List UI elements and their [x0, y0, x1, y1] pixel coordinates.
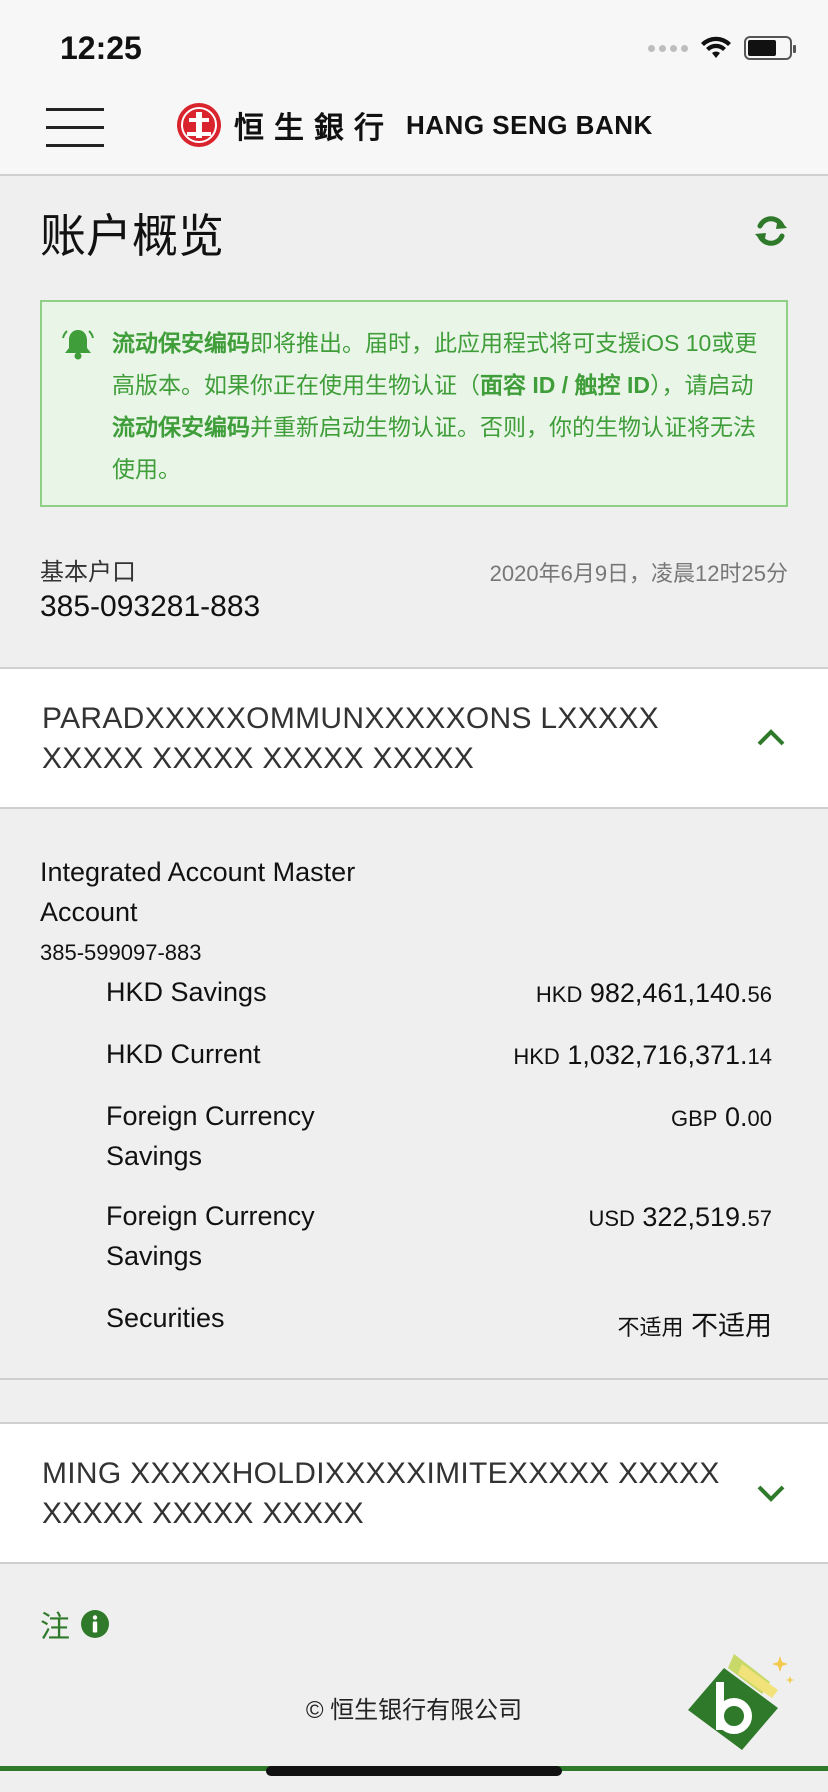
amount-cents: 56 [747, 982, 772, 1007]
balance-row-value: HKD 1,032,716,371.14 [513, 1040, 772, 1071]
info-icon[interactable] [80, 1609, 110, 1639]
chevron-up-icon[interactable] [756, 725, 786, 749]
amount: 1,032,716,371. [567, 1040, 748, 1070]
home-indicator[interactable] [266, 1766, 562, 1776]
balance-row-value: GBP 0.00 [671, 1102, 772, 1133]
note-link[interactable]: 注 [40, 1602, 110, 1646]
battery-fill [748, 40, 776, 56]
battery-icon [744, 36, 796, 60]
balance-row-label: HKD Current [106, 1039, 261, 1069]
amount: 0. [724, 1102, 748, 1132]
wifi-icon [701, 36, 731, 58]
amount-cents: 57 [747, 1206, 772, 1231]
amount-cents: 00 [747, 1106, 772, 1131]
hang-seng-logo-icon [177, 103, 221, 147]
status-bar: 12:25 [0, 0, 828, 92]
account-group-details: Integrated Account Master Account 385-59… [0, 810, 828, 1380]
notice-highlight: 流动保安编码 [112, 330, 250, 356]
balance-row-label: Securities [106, 1303, 225, 1333]
divider [0, 1378, 828, 1380]
notice-text-part: ），请启动 [649, 372, 754, 398]
note-label: 注 [40, 1611, 70, 1644]
account-type: Integrated Account Master Account [40, 857, 356, 927]
chevron-down-icon[interactable] [756, 1480, 786, 1504]
notice-highlight: 面容 ID / 触控 ID [480, 372, 650, 398]
currency-code: USD [588, 1206, 635, 1231]
refresh-icon[interactable] [752, 212, 790, 250]
balance-row-value: 不适用 不适用 [617, 1304, 772, 1343]
status-icons [648, 36, 796, 60]
last-updated-timestamp: 2020年6月9日，凌晨12时25分 [489, 561, 788, 586]
currency-code: GBP [671, 1106, 718, 1131]
bank-logo: 恒生銀行 HANG SENG BANK [176, 102, 653, 148]
amount: 982,461,140. [589, 978, 748, 1008]
currency-code: HKD [535, 982, 583, 1007]
nav-bar: 恒生銀行 HANG SENG BANK [0, 92, 828, 176]
currency-code: HKD [513, 1044, 560, 1069]
primary-account-number: 385-093281-883 [40, 590, 261, 623]
menu-line [46, 126, 104, 129]
amount-cents: 14 [747, 1044, 772, 1069]
balance-row-label: HKD Savings [106, 977, 267, 1007]
balance-row-label: Foreign Currency Savings [106, 1201, 315, 1271]
amount: 322,519. [642, 1202, 748, 1232]
account-group-header[interactable]: MING XXXXXHOLDIXXXXXIMITEXXXXX XXXXX XXX… [0, 1422, 828, 1564]
account-group-name: PARADXXXXXOMMUNXXXXXONS LXXXXX XXXXX XXX… [42, 702, 659, 775]
account-number: 385-599097-883 [40, 940, 202, 965]
balance-row-value: USD 322,519.57 [588, 1202, 772, 1233]
menu-line [46, 144, 104, 147]
balance-row-label: Foreign Currency Savings [106, 1101, 315, 1171]
menu-line [46, 108, 104, 111]
logo-chinese-text: 恒生銀行 [234, 111, 394, 146]
menu-button[interactable] [46, 106, 106, 150]
status-time: 12:25 [60, 30, 142, 66]
notice-banner: 流动保安编码即将推出。届时，此应用程式将可支援iOS 10或更高版本。如果你正在… [40, 300, 788, 507]
account-group-header[interactable]: PARADXXXXXOMMUNXXXXXONS LXXXXX XXXXX XXX… [0, 667, 828, 809]
primary-account-label: 基本户口 [40, 559, 136, 586]
currency-code: 不适用 [617, 1315, 684, 1340]
notice-highlight: 流动保安编码 [112, 414, 250, 440]
floating-assistant-badge-icon[interactable] [682, 1646, 798, 1758]
bell-icon [62, 330, 94, 360]
balance-row-value: HKD 982,461,140.56 [536, 978, 772, 1009]
notice-text: 流动保安编码即将推出。届时，此应用程式将可支援iOS 10或更高版本。如果你正在… [112, 322, 772, 490]
page-title: 账户概览 [40, 210, 224, 262]
cellular-signal-icon [648, 44, 688, 52]
amount: 不适用 [691, 1311, 772, 1341]
logo-english-text: HANG SENG BANK [406, 109, 653, 140]
account-group-name: MING XXXXXHOLDIXXXXXIMITEXXXXX XXXXX XXX… [42, 1457, 720, 1530]
